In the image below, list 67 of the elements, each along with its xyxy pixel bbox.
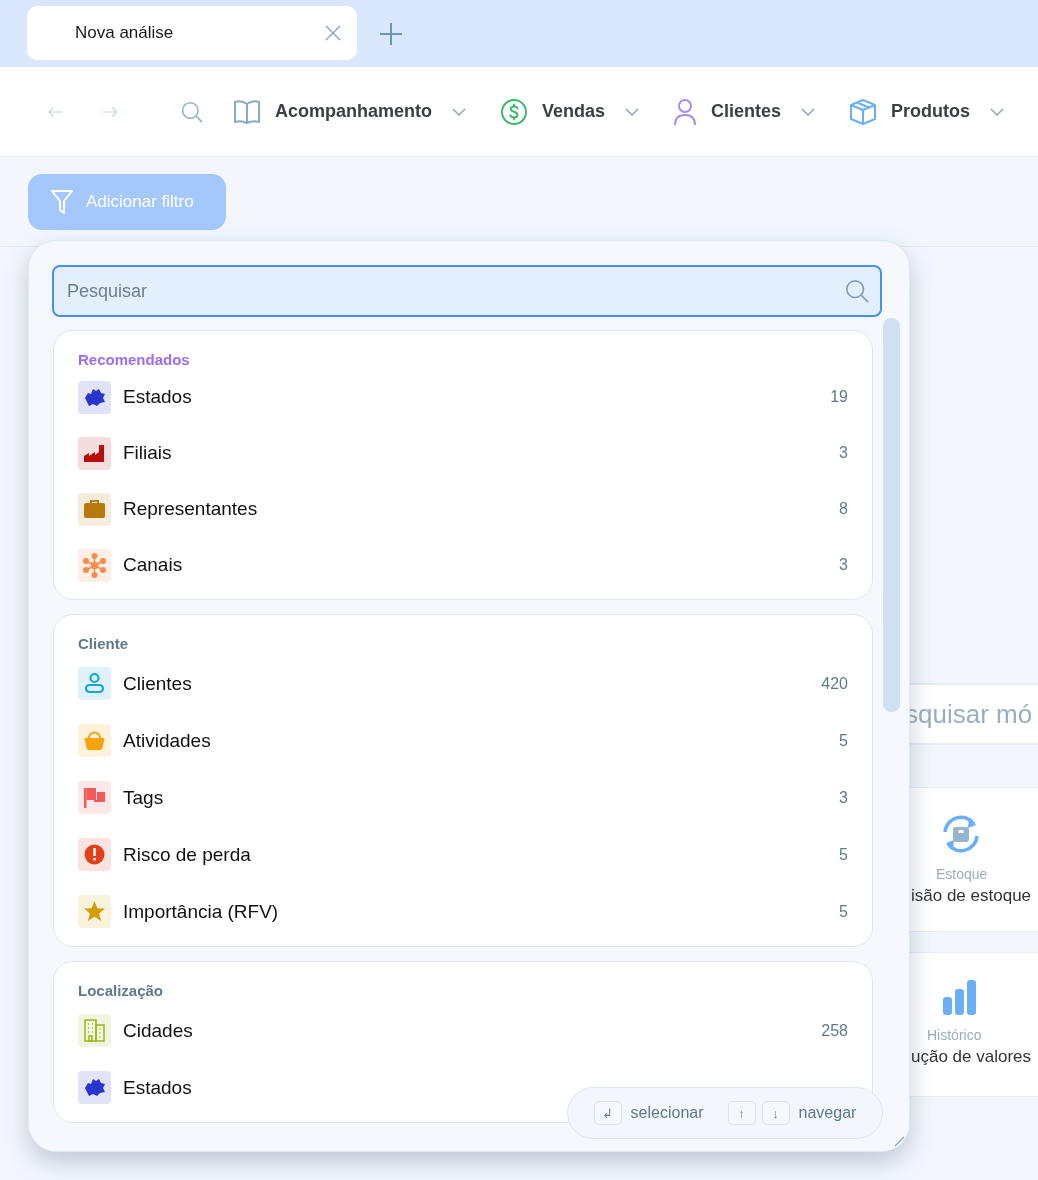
category-icon [78, 1014, 111, 1047]
dollar-icon [499, 97, 528, 126]
keyboard-key: ↓ [761, 1101, 790, 1125]
nav-menu[interactable]: Acompanhamento [232, 98, 466, 125]
keyboard-key: ↑ [727, 1101, 756, 1125]
close-icon[interactable] [325, 25, 341, 41]
category-icon [78, 838, 111, 871]
keyboard-key: ↲ [593, 1101, 622, 1125]
nav-menu[interactable]: Produtos [849, 97, 1004, 126]
group-title: Cliente [78, 635, 129, 653]
category-icon [78, 895, 111, 928]
option-count: 5 [839, 902, 848, 921]
category-icon [78, 781, 111, 814]
nav-menu[interactable]: Clientes [673, 97, 815, 126]
nav-menu[interactable]: Vendas [499, 97, 639, 126]
filter-option[interactable]: Cidades [123, 1019, 193, 1042]
filter-option[interactable]: Canais [123, 554, 183, 576]
filter-option[interactable]: Estados [123, 1076, 192, 1099]
filter-option[interactable]: Tags [123, 786, 164, 809]
category-icon [78, 667, 111, 700]
chevron-down-icon [990, 107, 1004, 116]
option-count: 420 [821, 674, 848, 693]
category-icon [78, 724, 111, 757]
option-count: 258 [821, 1021, 848, 1040]
add-tab-icon[interactable] [379, 21, 403, 46]
book-icon [232, 98, 261, 125]
tab-title: Nova análise [75, 23, 174, 43]
option-count: 3 [839, 788, 848, 807]
option-count: 19 [830, 388, 848, 406]
filter-option[interactable]: Representantes [123, 498, 258, 520]
filter-option[interactable]: Importância (RFV) [123, 900, 279, 923]
filter-option[interactable]: Atividades [123, 729, 211, 752]
filter-option[interactable]: Estados [123, 386, 192, 408]
option-count: 5 [839, 731, 848, 750]
group-title: Localização [78, 982, 165, 1000]
module-category: Histórico [927, 1027, 982, 1043]
module-title: ução de valores [911, 1047, 1032, 1067]
group-title: Recomendados [78, 351, 191, 369]
module-category: Estoque [936, 866, 988, 882]
chevron-down-icon [801, 107, 815, 116]
back-arrow-icon[interactable] [48, 104, 64, 119]
category-icon [78, 1071, 111, 1104]
category-icon [78, 380, 111, 414]
chevron-down-icon [625, 107, 639, 116]
filter-search-field[interactable]: Pesquisar [52, 265, 882, 317]
filter-icon [50, 188, 74, 215]
option-count: 3 [839, 556, 848, 574]
filter-option[interactable]: Risco de perda [123, 843, 251, 866]
hint-label: navegar [798, 1104, 857, 1122]
option-count: 8 [839, 500, 848, 518]
category-icon [78, 548, 111, 582]
analysis-tab[interactable]: Nova análise [27, 6, 357, 60]
chevron-down-icon [451, 107, 466, 116]
category-icon [78, 492, 111, 526]
option-count: 3 [839, 444, 848, 462]
filter-option[interactable]: Filiais [123, 442, 172, 464]
module-title: isão de estoque [911, 886, 1032, 906]
scrollbar[interactable] [883, 318, 900, 712]
person-icon [673, 97, 697, 126]
forward-arrow-icon[interactable] [101, 104, 118, 119]
filter-option[interactable]: Clientes [123, 672, 192, 695]
search-icon[interactable] [845, 279, 869, 303]
hint-label: selecionar [630, 1104, 704, 1122]
box-icon [849, 97, 877, 126]
resize-handle-icon[interactable] [893, 1135, 905, 1147]
category-icon [78, 436, 111, 470]
option-count: 5 [839, 845, 848, 864]
